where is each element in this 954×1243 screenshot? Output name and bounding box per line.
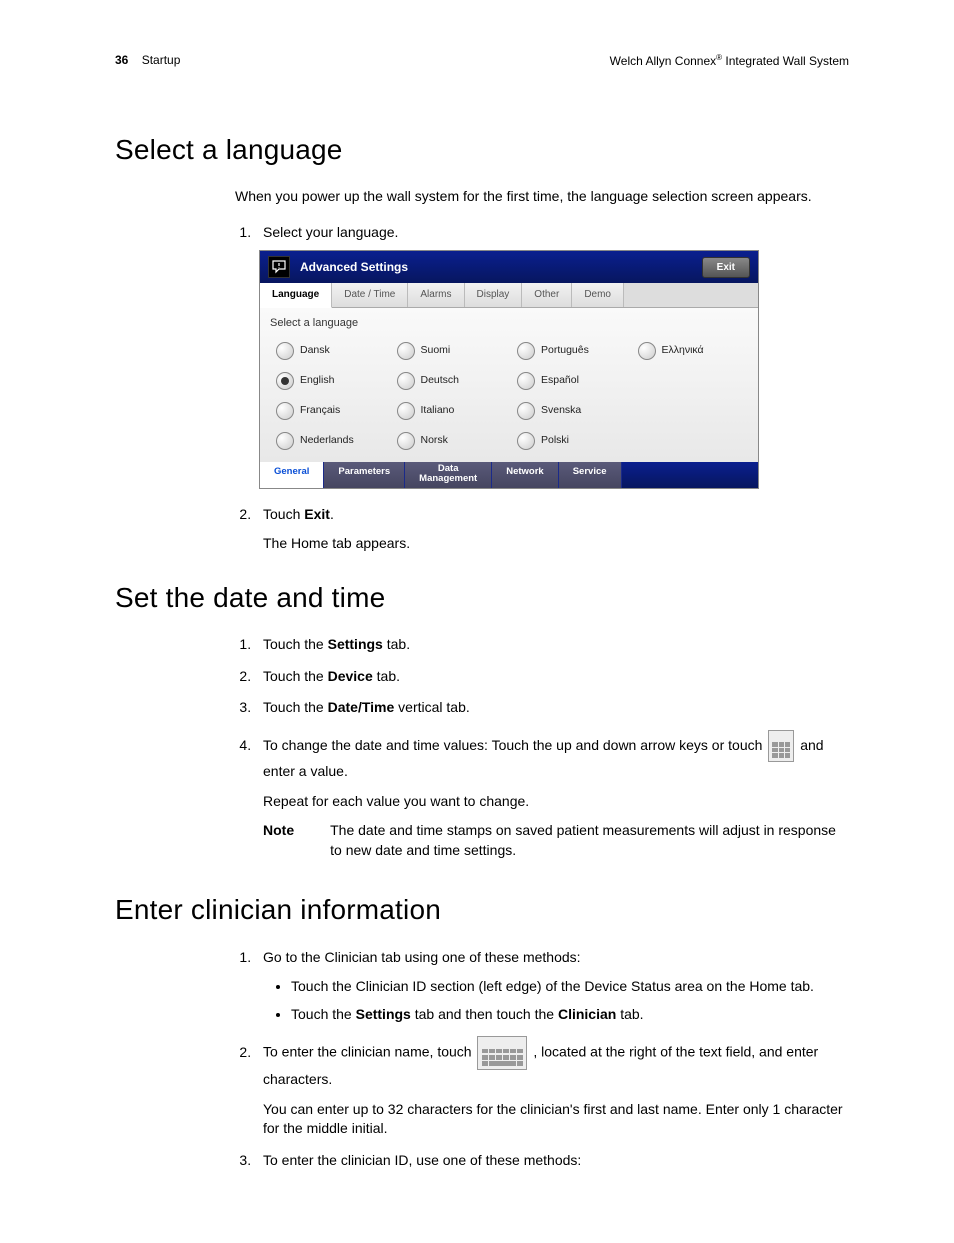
s3-bullet-1: Touch the Clinician ID section (left edg… [291,977,849,997]
tab-other[interactable]: Other [522,283,572,307]
language-option[interactable]: Svenska [517,402,628,420]
top-tabs: Language Date / Time Alarms Display Othe… [260,283,758,308]
s3-step-2: To enter the clinician name, touch , loc… [255,1036,849,1139]
heading-clinician: Enter clinician information [115,890,849,929]
language-option[interactable]: Italiano [397,402,508,420]
bottom-tabs: General Parameters DataManagement Networ… [260,462,758,488]
header-right: Welch Allyn Connex® Integrated Wall Syst… [610,52,849,70]
language-option[interactable]: Dansk [276,342,387,360]
language-label: Nederlands [300,433,354,448]
language-label: Deutsch [421,373,460,388]
radio-icon [638,342,656,360]
s2-step-1: Touch the Settings tab. [255,635,849,655]
btab-parameters[interactable]: Parameters [324,462,405,488]
language-option[interactable]: Deutsch [397,372,508,390]
tab-date-time[interactable]: Date / Time [332,283,408,307]
page-number: 36 [115,53,128,67]
btab-network[interactable]: Network [492,462,558,488]
language-option[interactable]: Español [517,372,628,390]
btab-data-mgmt[interactable]: DataManagement [405,462,492,488]
note-text: The date and time stamps on saved patien… [330,821,849,860]
radio-icon [276,432,294,450]
language-label: Ελληνικά [662,343,704,358]
header-left: 36 Startup [115,52,180,70]
language-option[interactable]: Português [517,342,628,360]
heading-select-language: Select a language [115,130,849,169]
language-label: Svenska [541,403,581,418]
language-label: Italiano [421,403,455,418]
s2-step-4: To change the date and time values: Touc… [255,730,849,861]
radio-icon [397,432,415,450]
s3-bullet-2: Touch the Settings tab and then touch th… [291,1005,849,1025]
language-option[interactable]: Ελληνικά [638,342,749,360]
note-block: Note The date and time stamps on saved p… [263,821,849,860]
radio-icon [397,342,415,360]
language-option[interactable]: English [276,372,387,390]
language-option[interactable]: Suomi [397,342,508,360]
language-option[interactable]: Norsk [397,432,508,450]
language-label: Português [541,343,589,358]
language-option[interactable]: Français [276,402,387,420]
radio-icon [397,402,415,420]
radio-icon [276,402,294,420]
language-grid: Dansk Suomi Português Ελληνικά English Deutsc… [270,342,748,450]
radio-icon [397,372,415,390]
tab-language[interactable]: Language [260,283,332,308]
panel-title: Select a language [270,316,748,331]
tab-alarms[interactable]: Alarms [408,283,464,307]
device-titlebar: Advanced Settings Exit [260,251,758,283]
radio-icon [276,342,294,360]
device-title: Advanced Settings [300,259,692,276]
language-label: English [300,373,334,388]
heading-date-time: Set the date and time [115,578,849,617]
note-label: Note [263,821,294,860]
language-label: Français [300,403,340,418]
language-label: Suomi [421,343,451,358]
radio-icon [517,342,535,360]
page-header: 36 Startup Welch Allyn Connex® Integrate… [115,52,849,70]
tab-display[interactable]: Display [465,283,523,307]
keyboard-icon [477,1036,527,1070]
intro-1: When you power up the wall system for th… [235,187,849,207]
device-screenshot: Advanced Settings Exit Language Date / T… [259,250,759,488]
tab-demo[interactable]: Demo [572,283,624,307]
btab-general[interactable]: General [260,462,324,488]
language-option[interactable]: Polski [517,432,628,450]
language-option[interactable]: Nederlands [276,432,387,450]
s3-step-3: To enter the clinician ID, use one of th… [255,1151,849,1171]
s2-step-2: Touch the Device tab. [255,667,849,687]
radio-icon [517,402,535,420]
radio-icon [517,372,535,390]
s3-step-1: Go to the Clinician tab using one of the… [255,948,849,1025]
radio-icon [517,432,535,450]
keypad-icon [768,730,794,762]
s2-step-3: Touch the Date/Time vertical tab. [255,698,849,718]
btab-service[interactable]: Service [559,462,622,488]
language-label: Polski [541,433,569,448]
language-label: Español [541,373,579,388]
s1-step-1: Select your language. Advanced Settings … [255,223,849,489]
speech-icon [268,256,290,278]
language-label: Dansk [300,343,330,358]
language-panel: Select a language Dansk Suomi Português Ελλ… [260,308,758,461]
language-label: Norsk [421,433,448,448]
exit-button[interactable]: Exit [702,257,750,278]
s1-step-2: Touch Exit. The Home tab appears. [255,505,849,554]
radio-icon [276,372,294,390]
section-name: Startup [142,53,181,67]
